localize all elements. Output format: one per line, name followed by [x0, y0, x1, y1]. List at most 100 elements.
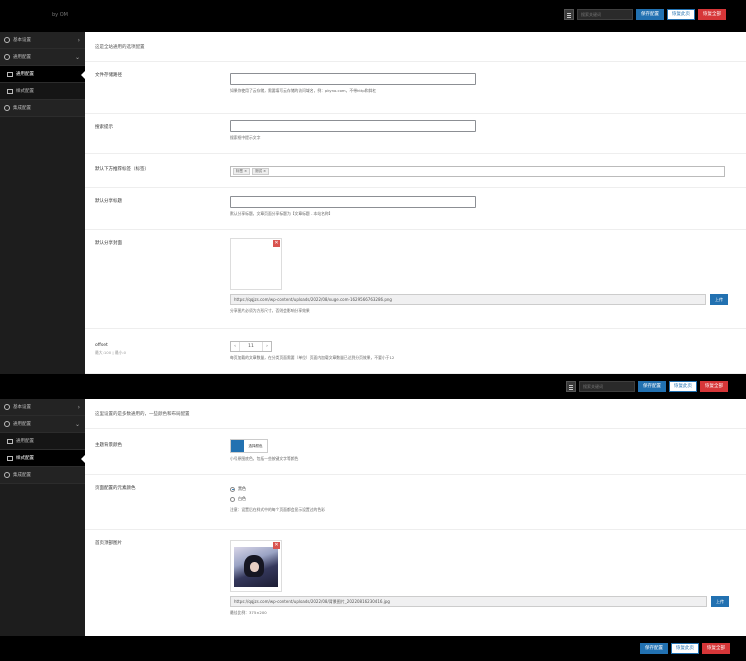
gear-icon	[4, 54, 10, 60]
list-icon[interactable]	[566, 381, 576, 392]
image-icon	[7, 455, 13, 461]
reset-all-button[interactable]: 恢复全部	[698, 9, 726, 20]
sidebar-item-label: 通用配置	[16, 439, 34, 444]
field-label: 主题背景颜色	[95, 443, 122, 448]
radio-label: 白色	[238, 496, 246, 501]
decrement-button[interactable]: ‹	[231, 344, 239, 349]
close-icon[interactable]: ✕	[273, 542, 280, 549]
color-picker-button[interactable]: 选择颜色	[230, 439, 268, 453]
shield-icon	[4, 105, 10, 111]
toolbar: 保存配置 恢复此页 恢复全部	[566, 381, 728, 392]
list-icon[interactable]	[564, 9, 574, 20]
row-mode: 页面配置的元素颜色 黑色 白色 注意：设置后在样式中的每个页面都会显示设置过的色…	[85, 475, 746, 530]
field-sublabel: 最大:100 | 最小:0	[95, 350, 127, 355]
toolbar: 保存配置 恢复此页 恢复全部	[564, 9, 726, 20]
brand-text: by OM	[52, 12, 68, 18]
field-label: offset	[95, 343, 108, 348]
field-control: 选择颜色 小号原图底色，包括一些按键文字等颜色	[230, 439, 298, 462]
field-label: 页面配置的元素颜色	[95, 486, 136, 491]
restore-page-button[interactable]: 恢复此页	[667, 9, 695, 20]
header-photo	[234, 547, 278, 587]
restore-page-button[interactable]: 恢复此页	[671, 643, 699, 654]
top-bar: 保存配置 恢复此页 恢复全部	[0, 374, 746, 399]
field-label: 默认下方推荐标签（标签）	[95, 167, 149, 172]
chevron-down-icon: ⌄	[74, 420, 80, 428]
panel-style: 保存配置 恢复此页 恢复全部 基本设置 › 通用配置 ⌄ 通用配置	[0, 374, 746, 661]
tag-chip[interactable]: 测试 ×	[252, 168, 270, 175]
image-icon	[7, 88, 13, 94]
restore-page-button[interactable]: 恢复此页	[669, 381, 697, 392]
chevron-right-icon: ›	[77, 403, 80, 411]
asset-dir-input[interactable]	[230, 73, 476, 85]
sidebar: 基本设置 › 通用配置 ⌄ 通用配置 样式配置 集成配置	[0, 399, 85, 661]
sidebar-item-common-sub[interactable]: 通用配置	[0, 66, 85, 83]
field-help: 如果你使用了云存储，需要填写云存储的访问域名，例：pkyno.com，不带htt…	[230, 88, 377, 93]
offset-stepper[interactable]: ‹ 11 ›	[230, 341, 272, 352]
sidebar-item-common[interactable]: 通用配置 ⌄	[0, 416, 85, 433]
share-title-input[interactable]	[230, 196, 476, 208]
sidebar-item-style[interactable]: 样式配置	[0, 450, 85, 467]
image-url-field[interactable]: https://qqjzs.com/wp-content/uploads/202…	[230, 596, 707, 607]
field-control: 黑色 白色 注意：设置后在样式中的每个页面都会显示设置过的色彩	[230, 484, 325, 513]
sidebar-item-integration[interactable]: 集成配置	[0, 467, 85, 484]
reset-all-button[interactable]: 恢复全部	[702, 643, 730, 654]
settings-content: 这里设置的是多数通用的，一些颜色和布局配置 主题背景颜色 选择颜色 小号原图底色…	[85, 399, 746, 661]
field-control: ‹ 11 › 每页加载的文章数量，在分类页面需要（单位）页面内加载文章数量已达到…	[230, 341, 394, 361]
row-home-image: 首页顶部图片 ✕ https://qqjzs.com/wp-content/up…	[85, 530, 746, 630]
field-control: ✕ https://qqjzs.com/wp-content/uploads/2…	[230, 238, 728, 314]
sidebar-item-integration[interactable]: 集成配置	[0, 100, 85, 117]
stepper-value[interactable]: 11	[239, 342, 263, 351]
sidebar-item-common[interactable]: 通用配置 ⌄	[0, 49, 85, 66]
upload-button[interactable]: 上传	[710, 294, 728, 305]
sidebar-item-common-sub[interactable]: 通用配置	[0, 433, 85, 450]
field-control: ✕ https://qqjzs.com/wp-content/uploads/2…	[230, 540, 729, 616]
search-input[interactable]	[579, 381, 635, 392]
save-button[interactable]: 保存配置	[636, 9, 664, 20]
color-swatch	[231, 440, 244, 452]
field-help: 搜索框中提示文字	[230, 135, 261, 140]
field-control: 默认分享标题，文章页面分享标题为【文章标题 - 本站名称】	[230, 196, 476, 217]
color-picker-label: 选择颜色	[248, 444, 263, 448]
upload-button[interactable]: 上传	[711, 596, 729, 607]
field-label: 文件存储路径	[95, 73, 122, 78]
sidebar-item-basic[interactable]: 基本设置 ›	[0, 32, 85, 49]
row-offset: offset 最大:100 | 最小:0 ‹ 11 › 每页加载的文章数量，在分…	[85, 329, 746, 374]
shield-icon	[4, 472, 10, 478]
sidebar-item-label: 基本设置	[13, 38, 31, 43]
image-preview: ✕	[230, 540, 282, 592]
reset-all-button[interactable]: 恢复全部	[700, 381, 728, 392]
bottom-toolbar: 保存配置 恢复此页 恢复全部	[640, 643, 730, 654]
save-button[interactable]: 保存配置	[640, 643, 668, 654]
save-button[interactable]: 保存配置	[638, 381, 666, 392]
radio-unchecked-icon[interactable]	[230, 496, 235, 502]
field-control: 标签 × 测试 ×	[230, 166, 725, 177]
search-input[interactable]	[577, 9, 633, 20]
field-label: 搜索提示	[95, 125, 113, 130]
url-row: https://qqjzs.com/wp-content/uploads/202…	[230, 596, 729, 607]
radio-checked-icon[interactable]	[230, 486, 235, 492]
field-control: 如果你使用了云存储，需要填写云存储的访问域名，例：pkyno.com，不带htt…	[230, 73, 476, 94]
field-help: 分享图片必须为方形尺寸，否则会影响分享效果	[230, 308, 310, 313]
image-url-field[interactable]: https://qqjzs.com/wp-content/uploads/202…	[230, 294, 706, 305]
sidebar: 基本设置 › 通用配置 ⌄ 通用配置 样式配置 集成配置	[0, 32, 85, 374]
sidebar-item-label: 集成配置	[13, 473, 31, 478]
radio-option-light[interactable]: 白色	[230, 494, 325, 504]
tags-input[interactable]: 标签 × 测试 ×	[230, 166, 725, 177]
row-share-image: 默认分享封面 ✕ https://qqjzs.com/wp-content/up…	[85, 230, 746, 329]
tag-chip[interactable]: 标签 ×	[233, 168, 251, 175]
field-help: 最佳比例：375×200	[230, 610, 267, 615]
search-hint-input[interactable]	[230, 120, 476, 132]
sidebar-item-basic[interactable]: 基本设置 ›	[0, 399, 85, 416]
field-control: 搜索框中提示文字	[230, 120, 476, 141]
top-bar: by OM 保存配置 恢复此页 恢复全部	[0, 0, 746, 32]
sidebar-item-style[interactable]: 样式配置	[0, 83, 85, 100]
row-search-hint: 搜索提示 搜索框中提示文字	[85, 114, 746, 154]
row-theme-color: 主题背景颜色 选择颜色 小号原图底色，包括一些按键文字等颜色	[85, 429, 746, 475]
increment-button[interactable]: ›	[263, 344, 271, 349]
field-help: 小号原图底色，包括一些按键文字等颜色	[230, 456, 299, 461]
radio-option-dark[interactable]: 黑色	[230, 484, 325, 494]
sidebar-item-label: 通用配置	[13, 55, 31, 60]
field-help: 每页加载的文章数量，在分类页面需要（单位）页面内加载文章数量已达到分页效果，不要…	[230, 355, 395, 360]
field-label: 首页顶部图片	[95, 541, 122, 546]
close-icon[interactable]: ✕	[273, 240, 280, 247]
